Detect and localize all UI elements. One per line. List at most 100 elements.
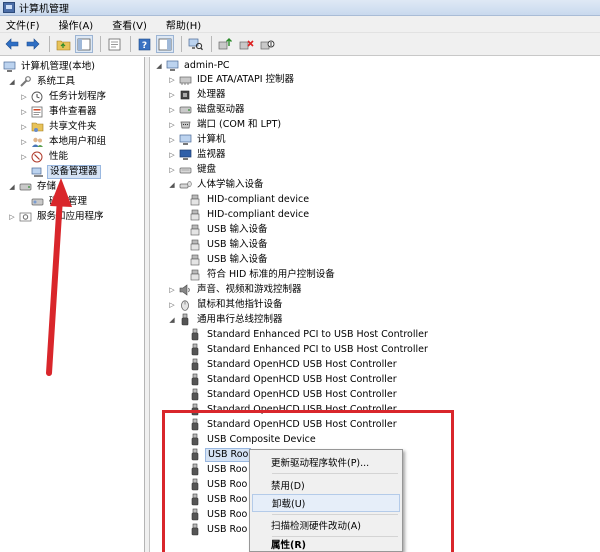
back-button[interactable] — [3, 35, 21, 53]
back-arrow-icon — [5, 38, 19, 50]
category-hid[interactable]: ◢ 人体学输入设备 — [168, 177, 266, 192]
tree-label: 磁盘驱动器 — [197, 103, 245, 115]
tree-label: HID-compliant device — [207, 208, 310, 220]
expand-arrow-icon[interactable]: ▷ — [168, 104, 176, 116]
menu-item-properties[interactable]: 属性(R) — [252, 536, 400, 552]
menu-action[interactable]: 操作(A) — [57, 16, 96, 33]
action-pane-icon — [158, 38, 172, 50]
system-tools-icon — [18, 75, 32, 88]
device-item[interactable]: 符合 HID 标准的用户控制设备 — [188, 267, 337, 282]
expand-arrow-icon[interactable]: ▷ — [20, 106, 28, 118]
tree-node-system-tools[interactable]: ◢ 系统工具 — [8, 74, 77, 89]
category-ide-controllers[interactable]: ▷ IDE ATA/ATAPI 控制器 — [168, 72, 296, 87]
expand-arrow-icon[interactable]: ▷ — [168, 89, 176, 101]
expand-arrow-icon[interactable]: ▷ — [20, 121, 28, 133]
tree-node-local-users-groups[interactable]: ▷ 本地用户和组 — [20, 134, 108, 149]
forward-button[interactable] — [24, 35, 42, 53]
device-item[interactable]: USB 输入设备 — [188, 252, 270, 267]
usb-device-item[interactable]: Standard OpenHCD USB Host Controller — [188, 372, 399, 387]
category-mice[interactable]: ▷ 鼠标和其他指针设备 — [168, 297, 285, 312]
menu-item-update-driver[interactable]: 更新驱动程序软件(P)... — [252, 453, 400, 471]
show-console-tree-button[interactable] — [75, 35, 93, 53]
tree-label: 计算机管理(本地) — [21, 60, 95, 72]
usb-root-hub-selected[interactable]: USB Roo — [188, 447, 252, 462]
collapse-arrow-icon[interactable]: ◢ — [8, 181, 16, 193]
expand-arrow-icon[interactable]: ▷ — [168, 134, 176, 146]
usb-device-item[interactable]: Standard Enhanced PCI to USB Host Contro… — [188, 342, 430, 357]
device-item[interactable]: HID-compliant device — [188, 207, 311, 222]
usb-device-item[interactable]: Standard OpenHCD USB Host Controller — [188, 387, 399, 402]
tree-node-disk-management[interactable]: 磁盘管理 — [30, 194, 89, 209]
device-item[interactable]: USB 输入设备 — [188, 222, 270, 237]
tree-node-computer-management[interactable]: 计算机管理(本地) — [2, 59, 97, 74]
menu-view[interactable]: 查看(V) — [110, 16, 149, 33]
tree-node-performance[interactable]: ▷ 性能 — [20, 149, 70, 164]
category-monitors[interactable]: ▷ 监视器 — [168, 147, 228, 162]
category-computer[interactable]: ▷ 计算机 — [168, 132, 228, 147]
expand-arrow-icon[interactable]: ▷ — [20, 91, 28, 103]
action-pane-button[interactable] — [156, 35, 174, 53]
expand-arrow-icon[interactable]: ▷ — [20, 136, 28, 148]
collapse-arrow-icon[interactable]: ◢ — [8, 76, 16, 88]
usb-device-item[interactable]: Standard OpenHCD USB Host Controller — [188, 417, 399, 432]
expand-arrow-icon[interactable]: ▷ — [8, 211, 16, 223]
category-keyboards[interactable]: ▷ 键盘 — [168, 162, 218, 177]
expand-arrow-icon[interactable]: ▷ — [168, 284, 176, 296]
menu-item-scan-hardware[interactable]: 扫描检测硬件改动(A) — [252, 516, 400, 534]
properties-button[interactable] — [105, 35, 123, 53]
collapse-arrow-icon[interactable]: ◢ — [168, 179, 176, 191]
tree-node-event-viewer[interactable]: ▷ 事件查看器 — [20, 104, 99, 119]
category-sound-video[interactable]: ▷ 声音、视频和游戏控制器 — [168, 282, 304, 297]
usb-device-item[interactable]: USB Roo — [188, 507, 249, 522]
collapse-arrow-icon[interactable]: ◢ — [168, 314, 176, 326]
toolbar-separator — [181, 36, 182, 52]
menu-help[interactable]: 帮助(H) — [164, 16, 203, 33]
category-disk-drives[interactable]: ▷ 磁盘驱动器 — [168, 102, 247, 117]
tree-node-shared-folders[interactable]: ▷ 共享文件夹 — [20, 119, 99, 134]
performance-icon — [30, 150, 44, 163]
usb-device-item[interactable]: USB Composite Device — [188, 432, 318, 447]
tree-label: 设备管理器 — [47, 164, 101, 179]
device-context-menu: 更新驱动程序软件(P)... 禁用(D) 卸载(U) 扫描检测硬件改动(A) 属… — [249, 449, 403, 552]
tree-label: admin-PC — [184, 59, 230, 71]
tree-node-device-manager[interactable]: 设备管理器 — [30, 164, 101, 179]
expand-arrow-icon[interactable]: ▷ — [168, 164, 176, 176]
menu-item-uninstall[interactable]: 卸载(U) — [252, 494, 400, 512]
up-folder-button[interactable] — [54, 35, 72, 53]
help-button[interactable]: ? — [135, 35, 153, 53]
tree-label: Standard Enhanced PCI to USB Host Contro… — [207, 343, 428, 355]
usb-device-item[interactable]: Standard OpenHCD USB Host Controller — [188, 402, 399, 417]
expand-arrow-icon[interactable]: ▷ — [168, 119, 176, 131]
collapse-arrow-icon[interactable]: ◢ — [155, 60, 163, 72]
scan-hardware-button[interactable] — [186, 35, 204, 53]
usb-device-item[interactable]: USB Roo — [188, 462, 249, 477]
tree-label: Standard Enhanced PCI to USB Host Contro… — [207, 328, 428, 340]
console-tree: 计算机管理(本地) ◢ 系统工具 ▷ 任务计划程序 ▷ 事件查看器 ▷ 共享文件… — [0, 57, 145, 552]
tree-node-services-applications[interactable]: ▷ 服务和应用程序 — [8, 209, 106, 224]
device-tree-root[interactable]: ◢ admin-PC — [155, 58, 232, 73]
usb-device-item[interactable]: USB Roo — [188, 492, 249, 507]
disable-device-button[interactable] — [258, 35, 276, 53]
expand-arrow-icon[interactable]: ▷ — [168, 299, 176, 311]
pane-splitter[interactable] — [145, 57, 150, 552]
expand-arrow-icon[interactable]: ▷ — [168, 149, 176, 161]
update-driver-button[interactable] — [216, 35, 234, 53]
expand-arrow-icon[interactable]: ▷ — [168, 74, 176, 86]
tree-label: USB Composite Device — [207, 433, 316, 445]
uninstall-button[interactable] — [237, 35, 255, 53]
clock-icon — [30, 90, 44, 103]
menu-item-disable[interactable]: 禁用(D) — [252, 476, 400, 494]
category-processors[interactable]: ▷ 处理器 — [168, 87, 228, 102]
usb-device-item[interactable]: Standard Enhanced PCI to USB Host Contro… — [188, 327, 430, 342]
category-ports[interactable]: ▷ 端口 (COM 和 LPT) — [168, 117, 283, 132]
category-usb-controllers[interactable]: ◢ 通用串行总线控制器 — [168, 312, 285, 327]
usb-device-item[interactable]: USB Roo — [188, 477, 249, 492]
device-item[interactable]: HID-compliant device — [188, 192, 311, 207]
tree-node-task-scheduler[interactable]: ▷ 任务计划程序 — [20, 89, 108, 104]
menu-file[interactable]: 文件(F) — [4, 16, 42, 33]
tree-node-storage[interactable]: ◢ 存储 — [8, 179, 58, 194]
expand-arrow-icon[interactable]: ▷ — [20, 151, 28, 163]
device-item[interactable]: USB 输入设备 — [188, 237, 270, 252]
usb-device-item[interactable]: Standard OpenHCD USB Host Controller — [188, 357, 399, 372]
usb-device-item[interactable]: USB Roo — [188, 522, 249, 537]
